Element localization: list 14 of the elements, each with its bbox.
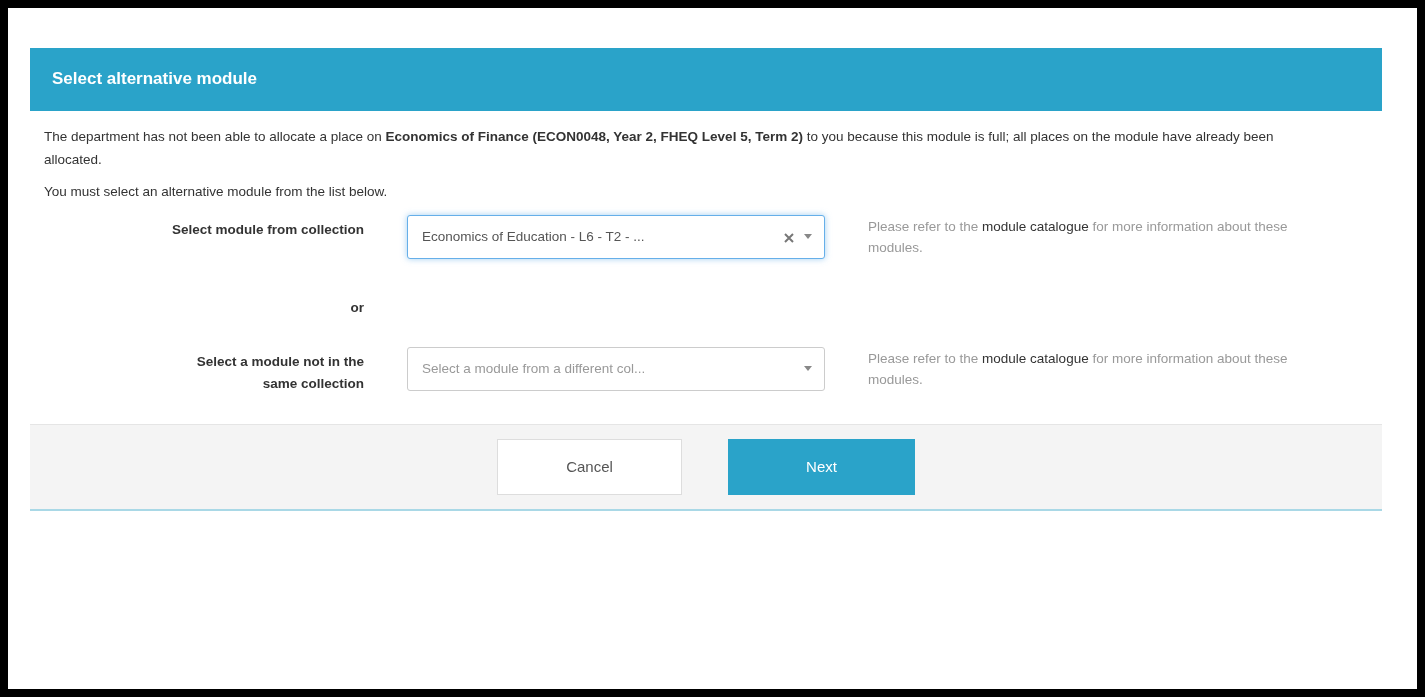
help-text: Please refer to the module catalogue for more information about these modules. xyxy=(868,218,1289,258)
separator-text: or xyxy=(349,299,364,318)
caret-icon xyxy=(804,234,812,241)
field-label: Select a module not in the same collection xyxy=(195,352,364,393)
catalogue-link[interactable]: module catalogue xyxy=(982,350,1089,366)
help-text: Please refer to the module catalogue for more information about these modules. xyxy=(868,349,1289,389)
field-label: Select module from collection xyxy=(170,221,364,240)
caret-icon xyxy=(804,365,812,372)
paragraph: The department has not been able to allocate a place on Economics of Finance (ECON0048, Year 2, FHEQ Level 5, Term 2) to you because this module is full; all places on the module have already been allocated. xyxy=(44,127,1275,170)
cancel-button[interactable]: Cancel xyxy=(497,439,682,496)
paragraph: You must select an alternative module from the list below. xyxy=(44,182,389,201)
dialog-title: Select alternative module xyxy=(30,48,1382,111)
catalogue-link[interactable]: module catalogue xyxy=(982,219,1089,235)
module-select[interactable]: Economics of Education - L6 - T2 - ... xyxy=(407,215,825,260)
